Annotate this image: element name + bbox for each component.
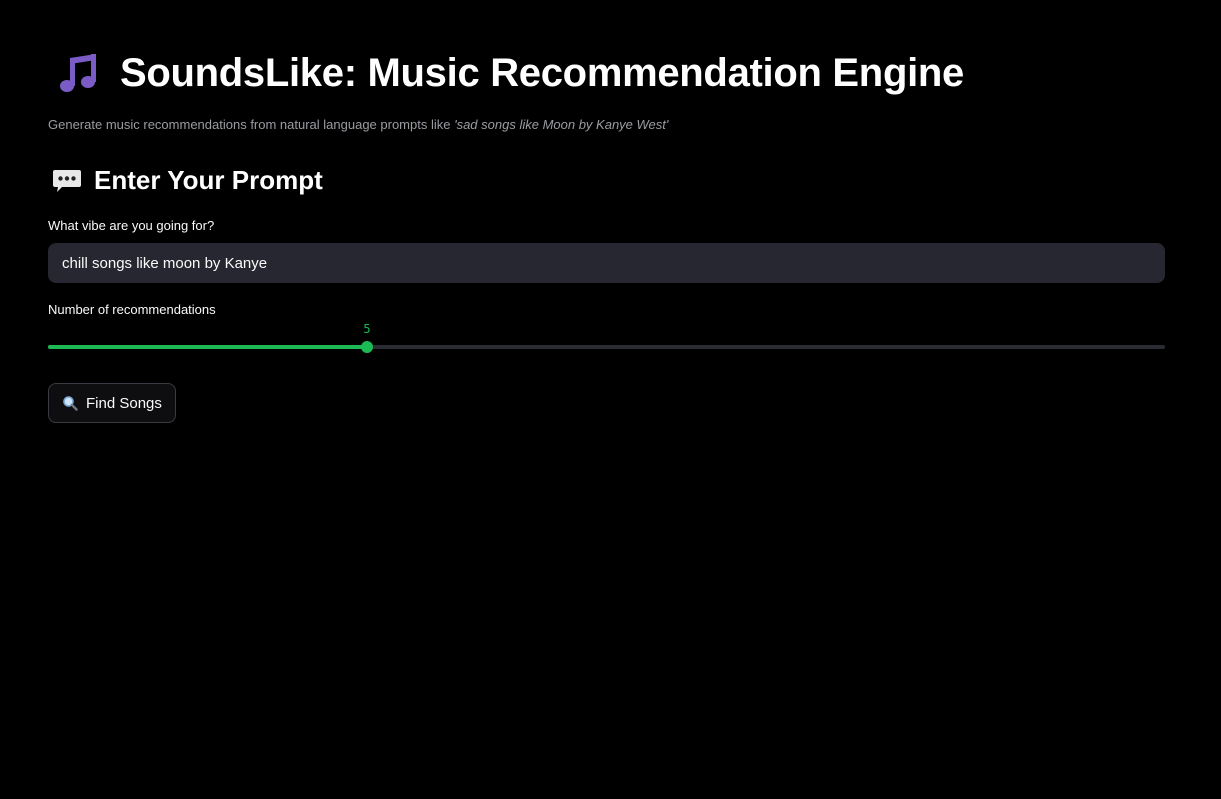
recommendations-slider[interactable]: 5 — [48, 322, 1165, 362]
prompt-input-label: What vibe are you going for? — [48, 218, 215, 233]
musical-notes-icon — [60, 54, 96, 92]
subtitle-text: Generate music recommendations from natu… — [48, 117, 455, 132]
page-title: SoundsLike: Music Recommendation Engine — [120, 50, 964, 95]
recommendations-slider-label: Number of recommendations — [48, 302, 216, 317]
speech-balloon-icon — [53, 169, 81, 192]
title-row: SoundsLike: Music Recommendation Engine — [52, 46, 964, 100]
find-songs-label: Find Songs — [86, 394, 162, 412]
slider-fill — [48, 345, 367, 349]
magnifier-icon — [63, 396, 78, 411]
app-root: SoundsLike: Music Recommendation Engine … — [0, 0, 1221, 799]
slider-value: 5 — [363, 322, 371, 336]
prompt-input[interactable] — [48, 243, 1165, 283]
page-subtitle: Generate music recommendations from natu… — [48, 117, 668, 132]
slider-thumb[interactable] — [361, 341, 373, 353]
prompt-section-header: Enter Your Prompt — [52, 165, 323, 196]
subtitle-example: 'sad songs like Moon by Kanye West' — [454, 117, 669, 132]
section-title: Enter Your Prompt — [94, 165, 323, 195]
find-songs-button[interactable]: Find Songs — [48, 383, 176, 423]
